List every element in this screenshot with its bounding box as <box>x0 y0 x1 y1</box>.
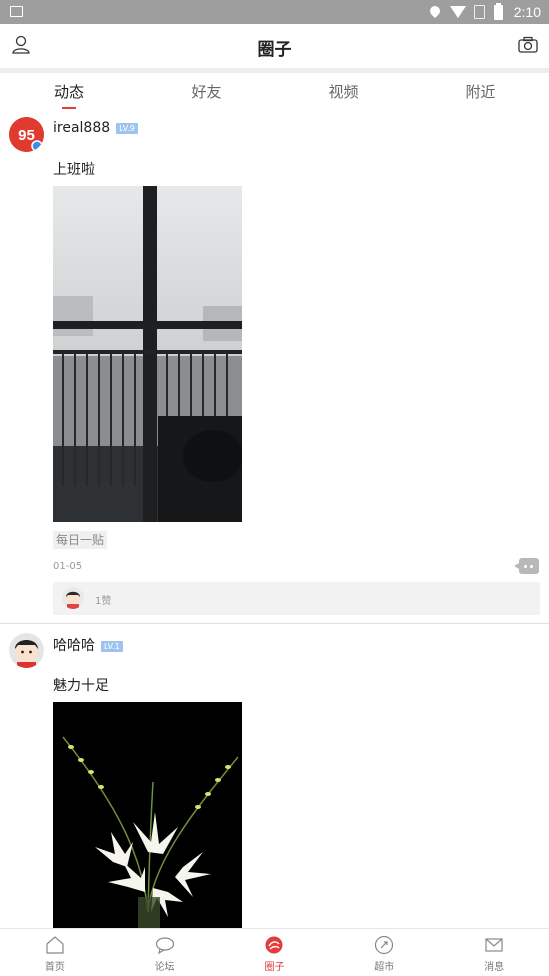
level-badge: LV.9 <box>116 122 138 134</box>
camera-icon[interactable] <box>517 34 539 56</box>
chat-icon <box>155 937 174 955</box>
sim-icon <box>473 5 486 19</box>
avatar[interactable] <box>9 633 44 668</box>
likes-bar: 1赞 <box>53 582 540 615</box>
feed-post: 95 ireal888 LV.9 上班啦 每日一贴 01-05 1赞 <box>0 111 549 623</box>
image-notification-icon <box>10 6 23 17</box>
market-icon <box>375 935 394 955</box>
nav-label: 论坛 <box>154 962 175 973</box>
tab-friends[interactable]: 好友 <box>138 73 275 111</box>
post-text: 魅力十足 <box>53 678 109 694</box>
nav-label: 圈子 <box>264 962 285 973</box>
nav-market[interactable]: 超市 <box>329 929 439 976</box>
bottom-navigation: 首页 论坛 圈子 超市 消息 <box>0 928 549 976</box>
liker-avatar[interactable] <box>62 587 84 609</box>
tab-nearby[interactable]: 附近 <box>412 73 549 111</box>
nav-forum[interactable]: 论坛 <box>110 929 220 976</box>
mail-icon <box>485 938 503 952</box>
circle-icon <box>265 936 283 954</box>
top-app-bar: 圈子 <box>0 24 549 68</box>
post-author[interactable]: ireal888 LV.9 <box>53 120 138 136</box>
page-title: 圈子 <box>257 40 292 60</box>
tab-video[interactable]: 视频 <box>275 73 412 111</box>
status-bar: 2:10 <box>0 0 549 24</box>
post-date: 01-05 <box>53 561 83 572</box>
tab-dynamic[interactable]: 动态 <box>0 73 138 111</box>
nav-label: 首页 <box>44 962 65 973</box>
wifi-icon <box>449 5 466 19</box>
post-image[interactable] <box>53 186 242 522</box>
avatar-logo-text: 95 <box>18 127 35 144</box>
location-icon <box>427 3 442 19</box>
level-badge: LV.1 <box>101 640 123 652</box>
comment-icon[interactable] <box>514 558 539 574</box>
post-text: 上班啦 <box>53 162 95 178</box>
nav-label: 超市 <box>374 962 395 973</box>
nav-circle[interactable]: 圈子 <box>220 929 330 976</box>
battery-icon <box>493 3 506 20</box>
username[interactable]: ireal888 <box>53 120 110 136</box>
post-image[interactable] <box>53 702 242 928</box>
like-count: 1赞 <box>95 596 112 607</box>
feed-post: 哈哈哈 LV.1 魅力十足 <box>0 624 549 928</box>
avatar[interactable]: 95 <box>9 117 44 152</box>
nav-messages[interactable]: 消息 <box>439 929 549 976</box>
nav-label: 消息 <box>484 962 505 973</box>
nav-home[interactable]: 首页 <box>0 929 110 976</box>
home-icon <box>46 936 64 954</box>
topic-tag[interactable]: 每日一贴 <box>53 531 108 549</box>
post-author[interactable]: 哈哈哈 LV.1 <box>53 635 123 655</box>
status-time: 2:10 <box>513 4 541 20</box>
username[interactable]: 哈哈哈 <box>53 638 95 654</box>
feed-tabs: 动态 好友 视频 附近 <box>0 73 549 111</box>
